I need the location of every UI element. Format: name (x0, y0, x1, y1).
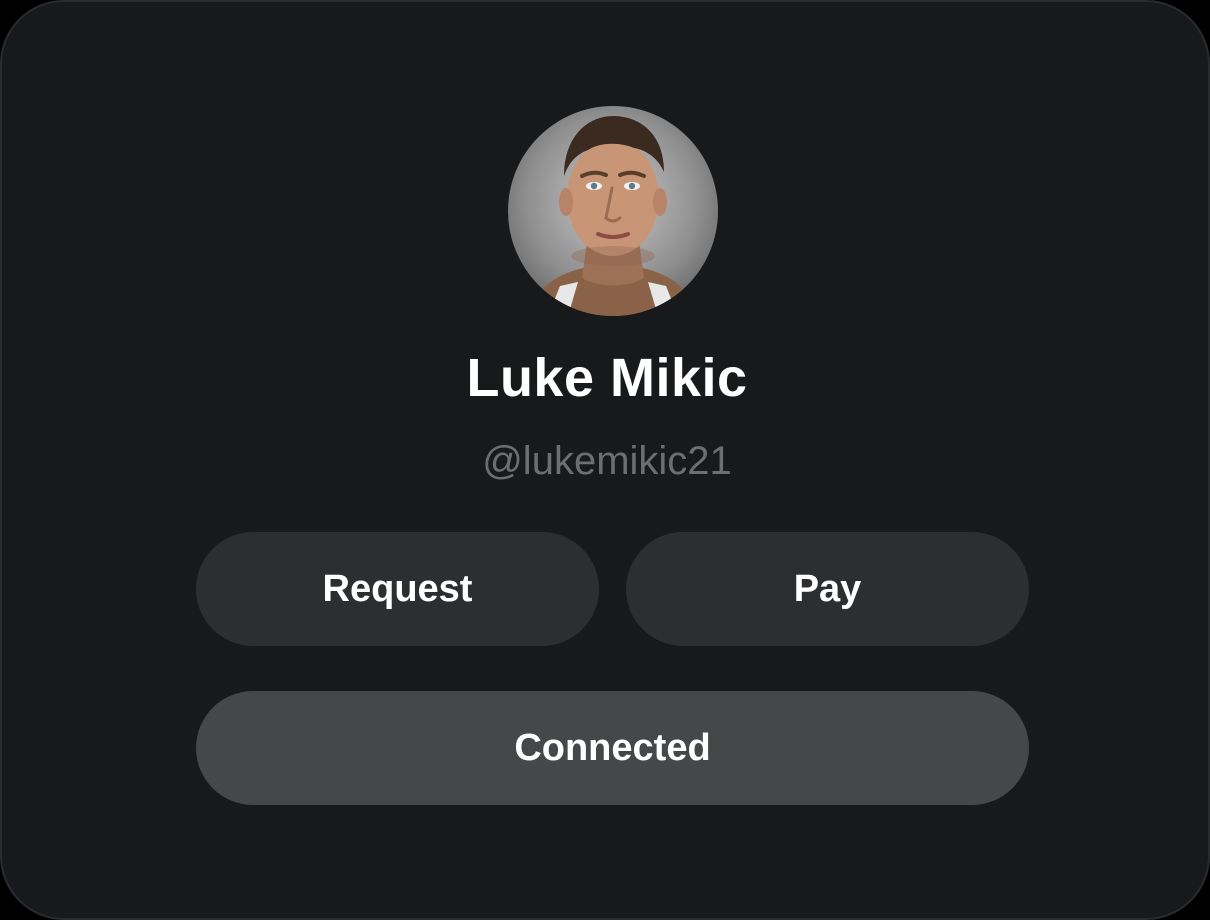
avatar-portrait-image (528, 116, 698, 316)
pay-button[interactable]: Pay (626, 532, 1029, 646)
avatar (508, 106, 718, 316)
connected-button[interactable]: Connected (196, 691, 1029, 805)
profile-card: Luke Mikic @lukemikic21 Request Pay Conn… (0, 0, 1210, 920)
profile-handle: @lukemikic21 (482, 439, 732, 483)
request-button[interactable]: Request (196, 532, 599, 646)
profile-name: Luke Mikic (466, 348, 748, 408)
